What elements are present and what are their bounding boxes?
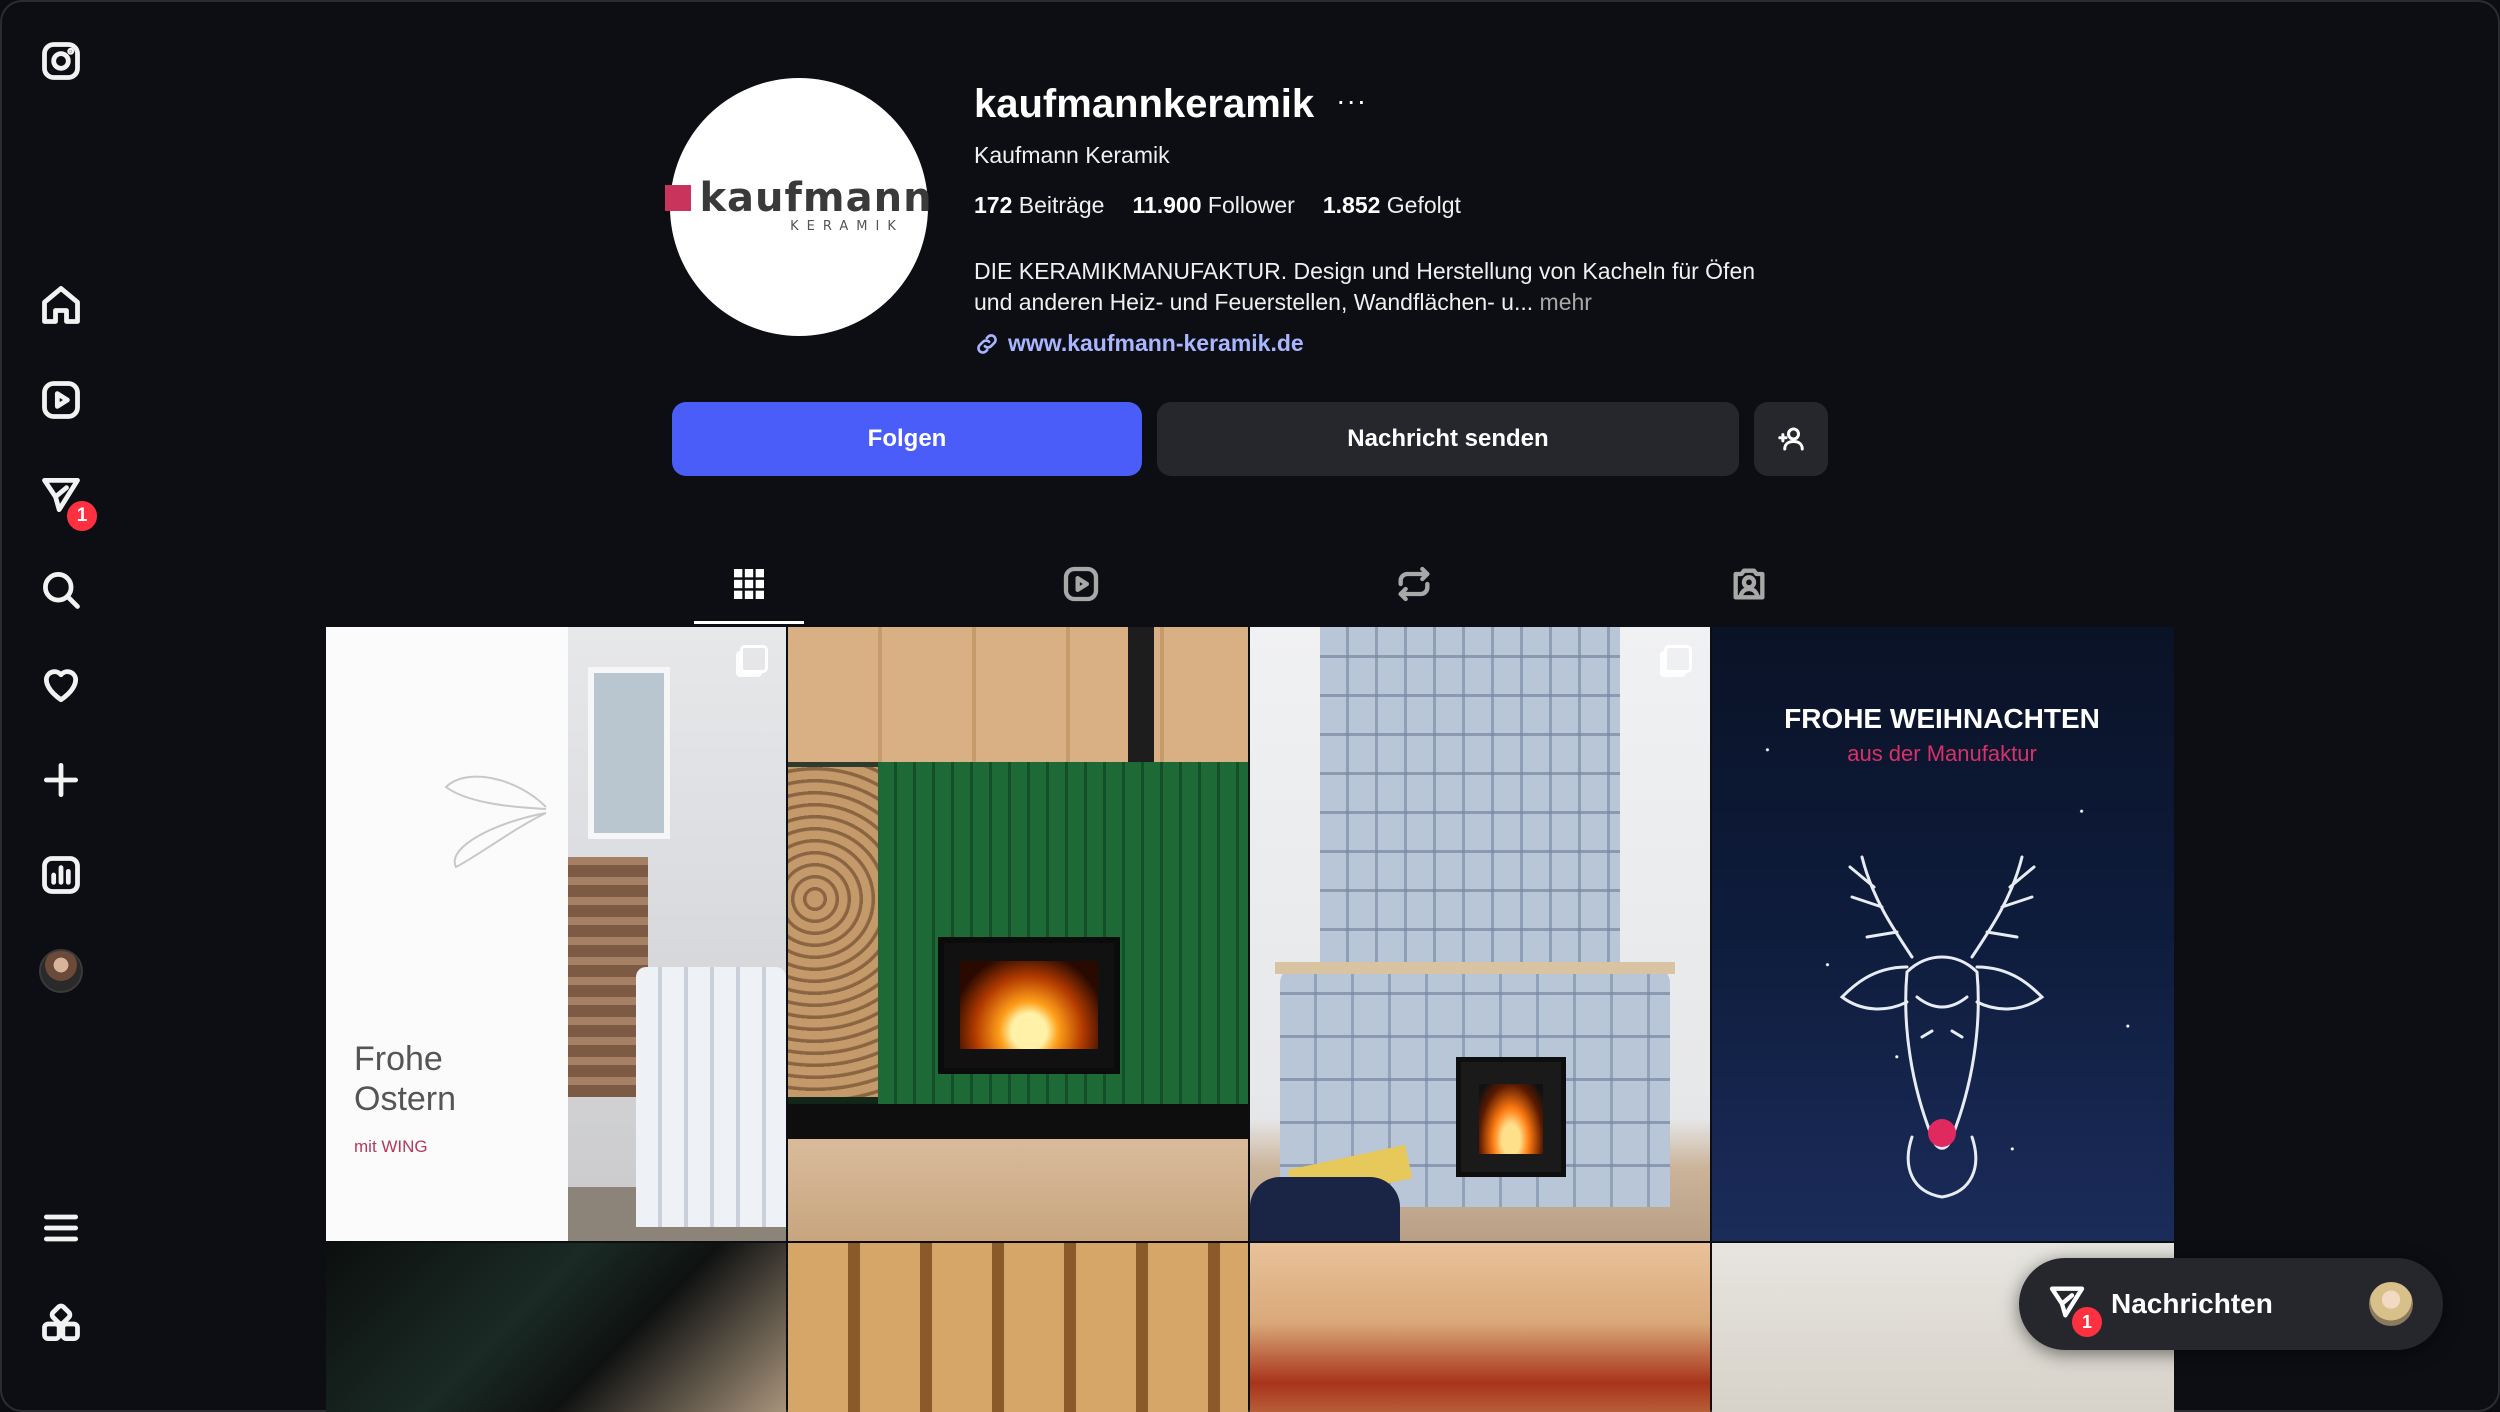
carousel-icon [1664,645,1692,673]
post-tile-christmas[interactable]: FROHE WEIHNACHTEN aus der Manufaktur [1712,627,2174,1241]
profile-avatar[interactable] [36,946,86,996]
profile-stats: 172 Beiträge 11.900 Follower 1.852 Gefol… [974,192,1461,219]
post-tile-red-stove[interactable] [1250,1243,1710,1412]
website-link[interactable]: www.kaufmann-keramik.de [974,330,1304,357]
send-message-button[interactable]: Nachricht senden [1157,402,1739,476]
sidebar-avatar-image [39,949,83,993]
profile-tabs [326,544,2174,626]
app-window: 1 kaufmann KERAMIK kaufmannkeramik ··· K… [0,0,2500,1412]
brand-logo: kaufmann [665,175,932,221]
christmas-title: FROHE WEIHNACHTEN [1784,703,2100,734]
link-icon [977,333,997,354]
easter-title-line-1: Frohe [354,1040,443,1078]
following-stat[interactable]: 1.852 Gefolgt [1323,192,1461,219]
navy-cushion [1250,1177,1400,1241]
logo-subtext: KERAMIK [790,218,904,234]
full-name: Kaufmann Keramik [974,142,1170,168]
stove-ledge [1275,962,1675,974]
posts-grid-icon [734,569,764,599]
create-plus-icon[interactable] [36,755,86,805]
stove-fire-window [1456,1057,1566,1177]
profile-picture[interactable]: kaufmann KERAMIK [665,78,932,336]
carousel-icon [740,645,768,673]
following-label: Gefolgt [1386,192,1461,218]
posts-grid: Frohe Ostern mit WING FROHE WEIHNACHTEN … [326,627,2174,1412]
tab-tagged[interactable] [1694,544,1804,624]
tab-reposts[interactable] [1359,544,1469,624]
more-options-button[interactable]: ··· [1336,85,1367,117]
reposts-icon [1398,566,1430,602]
stove-flame [1479,1084,1543,1154]
black-bench [788,1104,1248,1140]
firewood-stack [788,767,878,1097]
messages-pill-icon-wrap: 1 [2047,1282,2105,1340]
easter-subtitle: mit WING [354,1137,428,1156]
post-tile-dark-room[interactable] [326,1243,786,1412]
tab-posts[interactable] [694,544,804,624]
easter-title: Frohe Ostern [354,1039,456,1119]
bio: DIE KERAMIKMANUFAKTUR. Design und Herste… [974,256,1834,318]
messages-pill-badge: 1 [2069,1304,2105,1340]
easter-window [588,667,670,839]
tagged-icon [1733,568,1765,600]
bio-line-1: DIE KERAMIKMANUFAKTUR. Design und Herste… [974,258,1756,284]
reels-icon [1063,566,1099,602]
post-tile-wood-beams[interactable] [788,1243,1248,1412]
posts-count: 172 [974,192,1013,218]
search-icon[interactable] [36,565,86,615]
more-apps-icon[interactable] [36,1299,86,1349]
fireplace-window [938,937,1120,1074]
messages-contact-avatar [2369,1282,2413,1326]
follow-button[interactable]: Folgen [672,402,1142,476]
sidebar: 1 [0,0,122,1412]
bunny-ears-drawing [444,775,547,869]
easter-title-line-2: Ostern [354,1080,457,1118]
bio-line-2: und anderen Heiz- und Feuerstellen, Wand… [974,289,1534,315]
username-row: kaufmannkeramik ··· [974,82,1367,127]
wood-ceiling [788,627,1248,762]
website-text: www.kaufmann-keramik.de [1008,330,1304,356]
logo-square [665,184,692,211]
notifications-heart-icon[interactable] [36,660,86,710]
reels-icon[interactable] [36,375,86,425]
messages-badge: 1 [64,498,100,534]
messages-icon[interactable]: 1 [36,470,100,534]
messages-pill-label: Nachrichten [2111,1288,2273,1319]
christmas-subtitle: aus der Manufaktur [1847,741,2037,766]
reindeer-illustration [1839,855,2045,1199]
instagram-logo-icon[interactable] [36,36,86,86]
post-tile-easter[interactable]: Frohe Ostern mit WING [326,627,786,1241]
followers-label: Follower [1207,192,1295,218]
bio-more-link[interactable]: mehr [1540,289,1592,315]
menu-icon[interactable] [36,1203,86,1253]
followers-stat[interactable]: 11.900 Follower [1132,192,1294,219]
tab-reels[interactable] [1026,544,1136,624]
following-count: 1.852 [1322,192,1381,218]
posts-stat[interactable]: 172 Beiträge [974,192,1104,219]
fire-flame [960,961,1098,1049]
wood-floor [788,1139,1248,1241]
dashboard-icon[interactable] [36,850,86,900]
post-tile-green-stove[interactable] [788,627,1248,1241]
home-icon[interactable] [36,280,86,330]
post-tile-blue-stove[interactable] [1250,627,1710,1241]
easter-tiled-stove [636,967,786,1227]
add-person-icon [1778,427,1804,451]
posts-label: Beiträge [1018,192,1105,218]
suggested-users-button[interactable] [1754,402,1828,476]
followers-count: 11.900 [1132,192,1202,218]
messages-pill-button[interactable]: 1 Nachrichten [2019,1258,2443,1350]
username: kaufmannkeramik [974,82,1315,126]
tiled-chimney-rows [1320,627,1620,967]
stove-pipe [1128,627,1154,762]
logo-text: kaufmann [699,174,933,221]
